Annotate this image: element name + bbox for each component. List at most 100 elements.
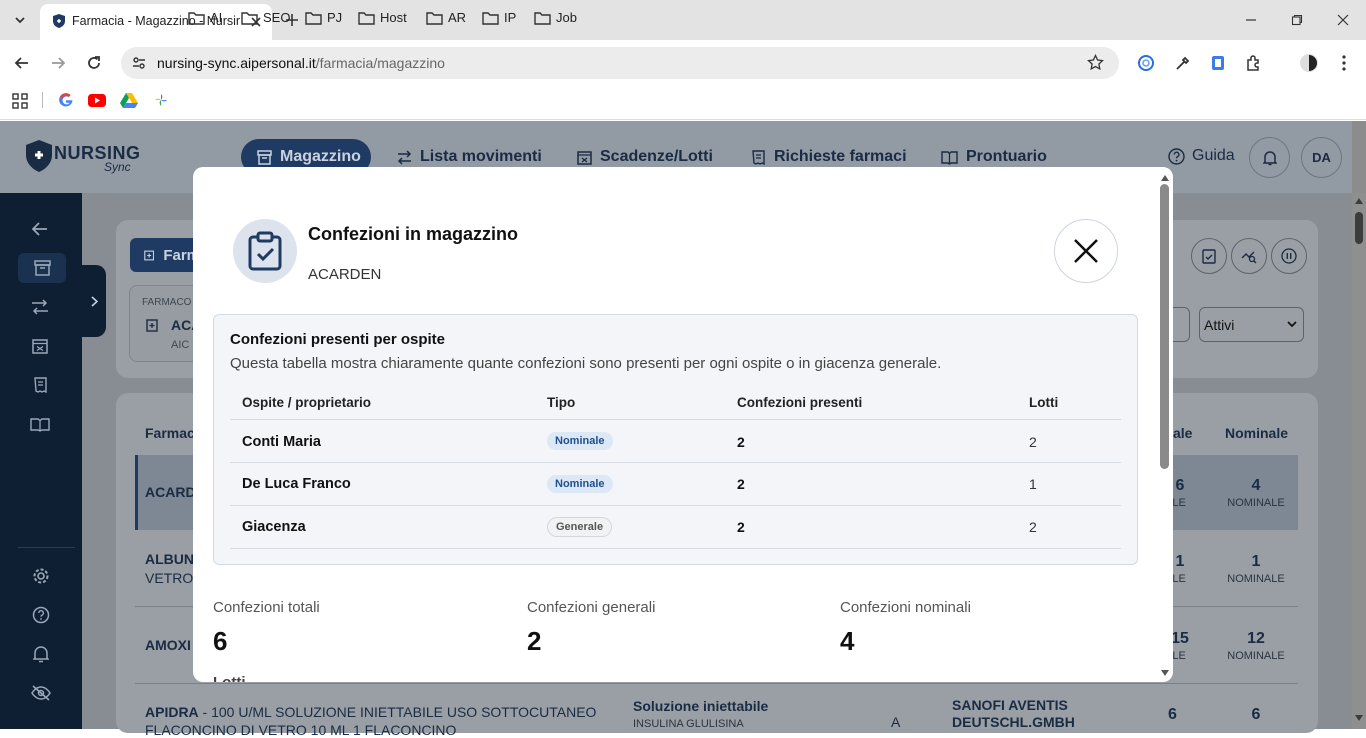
folder-icon <box>305 11 322 25</box>
back-icon[interactable] <box>10 51 34 75</box>
scroll-up-arrow-icon[interactable] <box>1355 198 1363 204</box>
bookmark-folder[interactable]: AI <box>188 0 222 35</box>
tab-search-icon[interactable] <box>8 8 32 32</box>
type-badge: Generale <box>547 517 613 537</box>
browser-menu-icon[interactable] <box>1336 52 1352 74</box>
photos-pinwheel-icon[interactable] <box>152 91 170 109</box>
settings-gear-icon[interactable] <box>30 565 52 587</box>
nav-tab-label: Prontuario <box>966 148 1047 165</box>
bookmark-folder[interactable]: AR <box>426 0 466 35</box>
row-nominale-label: NOMINALE <box>1227 650 1285 662</box>
pause-button[interactable] <box>1271 238 1307 274</box>
nav-tab-label: Richieste farmaci <box>774 148 907 165</box>
modal-close-button[interactable] <box>1054 219 1118 283</box>
stat-value: 4 <box>840 626 855 656</box>
bookmark-star-icon[interactable] <box>1087 54 1104 71</box>
eye-off-icon[interactable] <box>29 682 53 704</box>
help-link[interactable]: Guida <box>1168 147 1235 165</box>
close-icon <box>1074 239 1098 263</box>
profile-avatar-icon[interactable] <box>1298 52 1320 74</box>
extension-circle-icon[interactable] <box>1136 53 1156 73</box>
help-label: Guida <box>1192 147 1235 164</box>
lotti-heading: Lotti <box>213 674 273 682</box>
analytics-search-button[interactable] <box>1231 238 1267 274</box>
archive-icon <box>33 260 51 276</box>
address-bar[interactable]: nursing-sync.aipersonal.it/farmacia/maga… <box>121 47 1119 79</box>
type-badge: Nominale <box>547 475 613 493</box>
apps-grid-icon[interactable] <box>10 91 30 111</box>
google-drive-icon[interactable] <box>120 91 138 109</box>
status-select[interactable]: Attivi <box>1199 307 1304 342</box>
folder-icon <box>426 11 443 25</box>
column-header-farmaco: Farmac <box>145 425 195 441</box>
google-icon[interactable] <box>57 91 75 109</box>
help-circle-icon[interactable] <box>30 604 52 626</box>
modal-scroll-down-icon[interactable] <box>1161 670 1169 676</box>
modal-scrollbar-thumb[interactable] <box>1160 184 1169 469</box>
folder-icon <box>188 11 205 25</box>
bookmark-label: AI <box>210 10 223 25</box>
close-window-icon[interactable] <box>1332 10 1354 30</box>
help-circle-icon <box>1168 147 1185 165</box>
sidebar-item-scadenze[interactable] <box>28 335 52 357</box>
row-lots: 1 <box>1029 476 1037 492</box>
bookmark-folder[interactable]: IP <box>482 0 516 35</box>
bookmark-folder[interactable]: Job <box>534 0 577 35</box>
page-scrollbar[interactable] <box>1352 193 1366 729</box>
sidebar-item-movimenti[interactable] <box>28 296 52 318</box>
sidebar-expand-button[interactable] <box>82 265 106 337</box>
forward-icon[interactable] <box>46 51 70 75</box>
bookmark-folder[interactable]: Host <box>358 0 407 35</box>
notifications-button[interactable] <box>1249 137 1290 178</box>
stat-label: Confezioni totali <box>213 599 320 616</box>
sidebar-item-prontuario[interactable] <box>27 413 53 435</box>
bookmarks-divider <box>42 92 43 108</box>
user-avatar[interactable]: DA <box>1301 137 1342 178</box>
minimize-icon[interactable] <box>1240 10 1262 30</box>
row-divider <box>135 683 1298 684</box>
eyedropper-icon[interactable] <box>1173 53 1193 73</box>
table-row[interactable] <box>230 506 1121 549</box>
modal-scroll-up-icon[interactable] <box>1161 175 1169 181</box>
bell-icon[interactable] <box>30 643 52 665</box>
farmaci-section-button[interactable]: Farm <box>130 238 200 272</box>
bookmark-label: Job <box>556 10 577 25</box>
clipboard-extension-icon[interactable] <box>1208 53 1228 73</box>
extensions-puzzle-icon[interactable] <box>1244 53 1264 73</box>
row-farmaco-name: ACARD <box>145 484 196 500</box>
row-nominale-label: NOMINALE <box>1227 573 1285 585</box>
sidebar-item-richieste[interactable] <box>28 374 52 396</box>
row-nominale-count: 4 <box>1251 477 1261 494</box>
section-title: Confezioni presenti per ospite <box>230 331 446 348</box>
bookmark-folder[interactable]: PJ <box>305 0 342 35</box>
scroll-down-arrow-icon[interactable] <box>1355 715 1363 721</box>
table-row[interactable] <box>230 420 1121 463</box>
youtube-icon[interactable] <box>88 91 106 109</box>
reload-icon[interactable] <box>82 51 106 75</box>
browser-tab[interactable]: Farmacia - Magazzino - Nursing <box>40 4 272 40</box>
sidebar-item-magazzino[interactable] <box>18 253 66 283</box>
apidra-desc: - 100 U/ML SOLUZIONE INIETTABILE USO SOT… <box>198 704 597 720</box>
apidra-nominale-count: 6 <box>1251 706 1261 723</box>
bookmark-label: SEO <box>263 10 291 25</box>
page-scrollbar-thumb[interactable] <box>1355 212 1363 244</box>
site-info-icon[interactable] <box>131 55 147 71</box>
folder-icon <box>241 11 258 25</box>
restore-icon[interactable] <box>1286 10 1308 30</box>
row-apidra-title[interactable]: APIDRA - 100 U/ML SOLUZIONE INIETTABILE … <box>145 704 596 720</box>
open-book-icon <box>941 150 958 165</box>
clipboard-check-button[interactable] <box>1191 238 1227 274</box>
column-header-ospite: Ospite / proprietario <box>242 395 372 410</box>
folder-icon <box>482 11 499 25</box>
row-farmaco-name: AMOXI <box>145 637 191 653</box>
sidebar-back-icon[interactable] <box>28 218 52 240</box>
apidra-form: Soluzione iniettabile <box>633 698 769 714</box>
bookmark-label: Host <box>380 10 407 25</box>
table-row[interactable] <box>230 463 1121 506</box>
bell-icon <box>1262 150 1277 165</box>
pause-circle-icon <box>1281 248 1297 264</box>
apidra-name: APIDRA <box>145 704 199 720</box>
row-nominale-count: 1 <box>1251 553 1261 570</box>
bookmark-folder[interactable]: SEO <box>241 0 290 35</box>
modal-title: Confezioni in magazzino <box>308 224 518 244</box>
